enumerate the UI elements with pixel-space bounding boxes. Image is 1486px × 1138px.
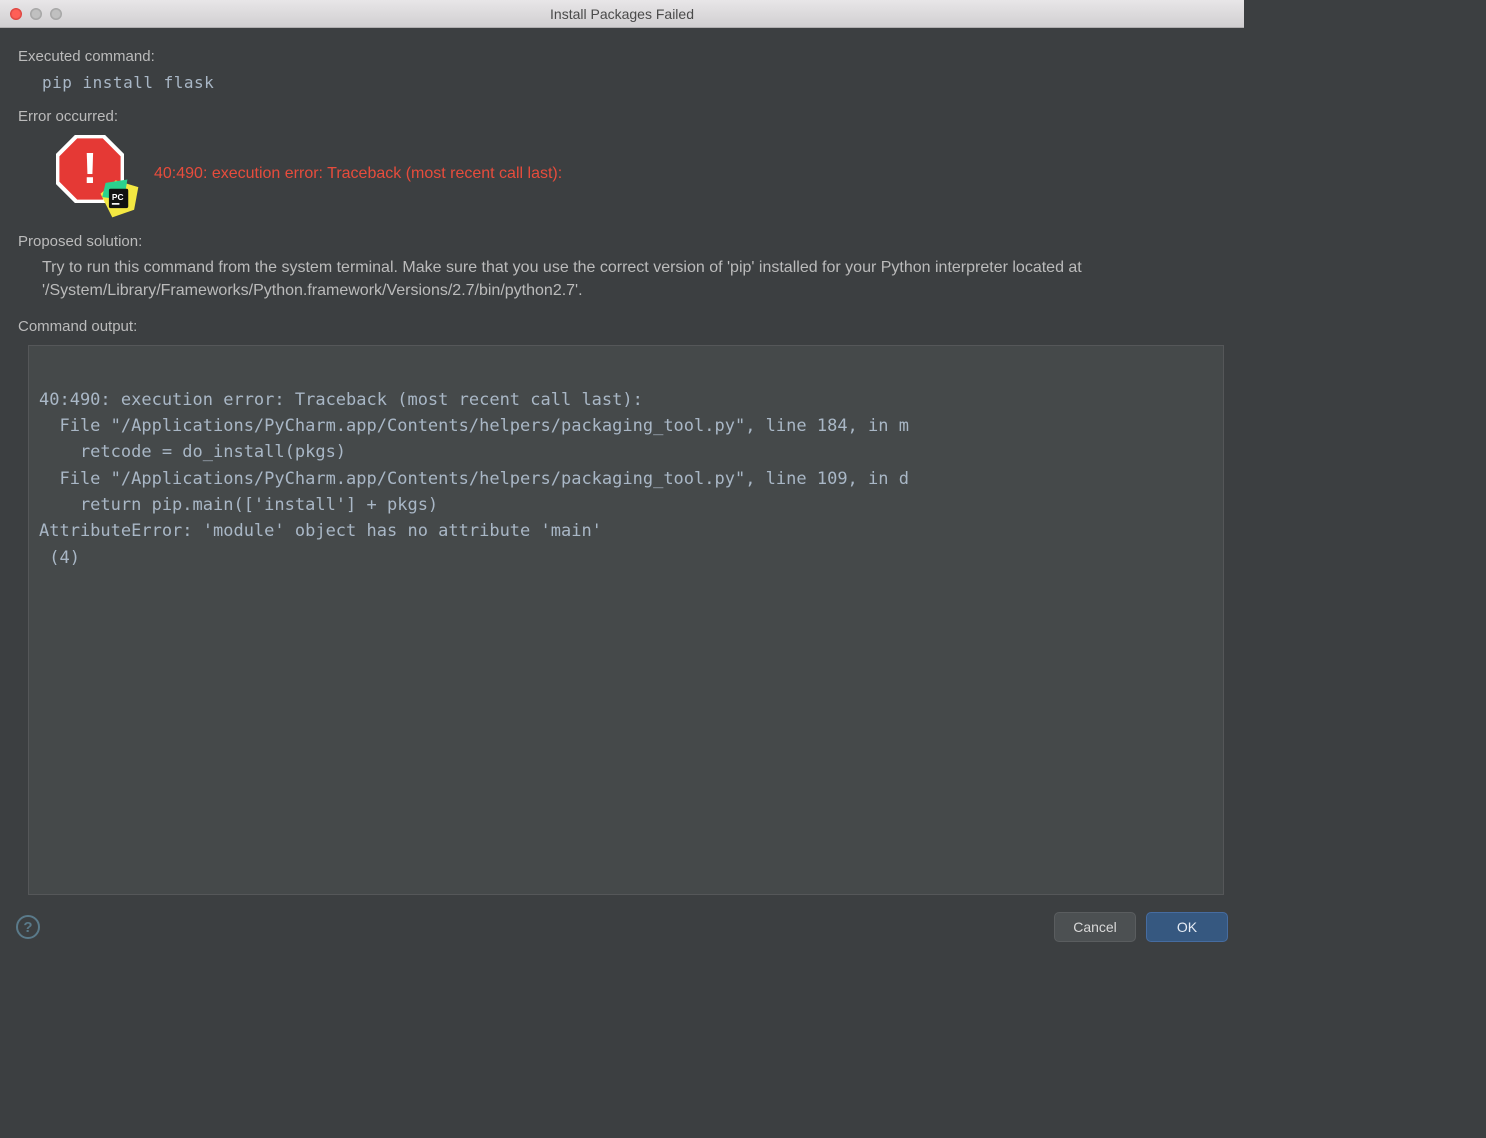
error-icon-group: ! PC: [56, 135, 134, 213]
dialog-footer: ? Cancel OK: [0, 905, 1244, 953]
error-message: 40:490: execution error: Traceback (most…: [154, 165, 562, 183]
command-output-textarea[interactable]: 40:490: execution error: Traceback (most…: [28, 345, 1224, 895]
window-title: Install Packages Failed: [0, 6, 1244, 22]
window-controls: [10, 8, 62, 20]
command-output-label: Command output:: [18, 318, 1226, 335]
dialog-body: Executed command: pip install flask Erro…: [0, 28, 1244, 905]
dialog-window: Install Packages Failed Executed command…: [0, 0, 1244, 953]
executed-command-label: Executed command:: [18, 48, 1226, 65]
titlebar[interactable]: Install Packages Failed: [0, 0, 1244, 28]
cancel-button[interactable]: Cancel: [1054, 912, 1136, 942]
ok-button[interactable]: OK: [1146, 912, 1228, 942]
help-button[interactable]: ?: [16, 915, 40, 939]
help-icon: ?: [23, 919, 32, 936]
error-row: ! PC 40:490: execution error: Traceback …: [56, 135, 1226, 213]
proposed-solution-label: Proposed solution:: [18, 233, 1226, 250]
pycharm-app-icon: PC: [98, 177, 140, 219]
minimize-window-button[interactable]: [30, 8, 42, 20]
maximize-window-button[interactable]: [50, 8, 62, 20]
proposed-solution-text: Try to run this command from the system …: [42, 256, 1226, 302]
executed-command-value: pip install flask: [42, 73, 1226, 92]
cancel-button-label: Cancel: [1073, 919, 1117, 935]
svg-text:PC: PC: [112, 192, 124, 202]
error-occurred-label: Error occurred:: [18, 108, 1226, 125]
ok-button-label: OK: [1177, 919, 1197, 935]
close-window-button[interactable]: [10, 8, 22, 20]
